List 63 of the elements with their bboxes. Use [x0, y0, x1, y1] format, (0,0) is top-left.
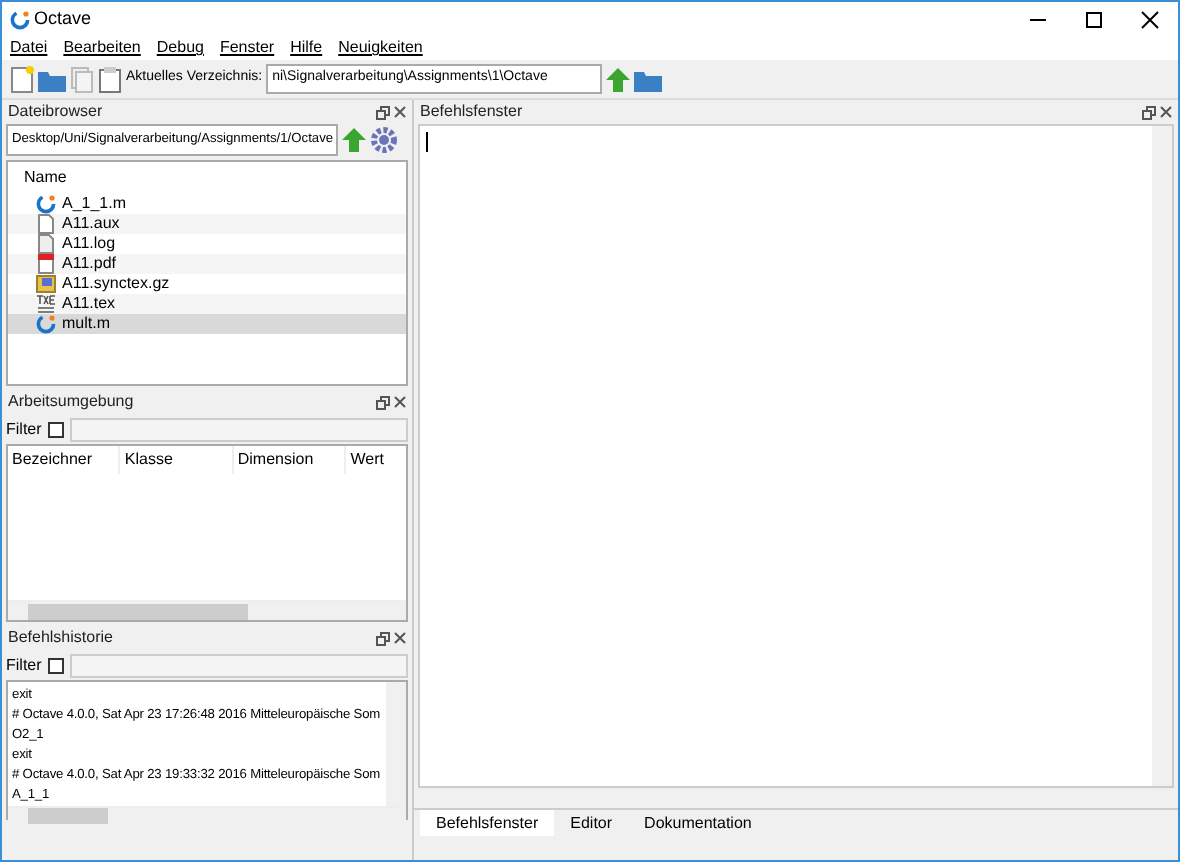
menu-item[interactable]: Neuigkeiten	[338, 36, 423, 60]
undock-icon[interactable]	[376, 105, 390, 119]
up-arrow-icon[interactable]	[606, 67, 631, 91]
file-row[interactable]: mult.m	[8, 314, 406, 334]
horizontal-scrollbar[interactable]	[8, 806, 406, 824]
column-header[interactable]: Dimension	[233, 446, 347, 474]
octave-logo-icon	[36, 194, 56, 214]
file-name: A11.synctex.gz	[62, 272, 170, 296]
tex-file-icon	[36, 294, 56, 314]
file-name: mult.m	[62, 312, 110, 336]
up-arrow-icon[interactable]	[342, 128, 366, 152]
menu-item[interactable]: Fenster	[219, 36, 275, 60]
clipboard-icon[interactable]	[98, 65, 122, 93]
column-header[interactable]: Name	[8, 162, 406, 194]
folder-icon[interactable]	[38, 67, 66, 91]
maximize-icon[interactable]	[1084, 9, 1104, 29]
close-icon[interactable]	[394, 395, 406, 407]
filter-label: Filter	[6, 653, 42, 677]
new-file-icon[interactable]	[10, 65, 34, 93]
menu-item[interactable]: Bearbeiten	[63, 36, 141, 60]
file-row[interactable]: A_1_1.m	[8, 194, 406, 214]
panel-title: Dateibrowser	[8, 100, 103, 124]
file-row[interactable]: A11.aux	[8, 214, 406, 234]
tab[interactable]: Befehlsfenster	[420, 810, 555, 836]
text-cursor	[426, 132, 428, 152]
vertical-scrollbar[interactable]	[1152, 126, 1172, 786]
undock-icon[interactable]	[376, 395, 390, 409]
octave-logo-icon	[10, 9, 30, 29]
column-header[interactable]: Bezeichner	[8, 446, 121, 474]
archive-icon	[36, 274, 56, 294]
file-name: A11.aux	[62, 212, 120, 236]
close-icon[interactable]	[394, 105, 406, 117]
file-name: A11.log	[62, 232, 116, 256]
folder-icon[interactable]	[634, 67, 663, 91]
panel-title: Befehlsfenster	[420, 100, 523, 124]
file-row[interactable]: A11.log	[8, 234, 406, 254]
window-title: Octave	[34, 5, 94, 32]
menu-item[interactable]: Debug	[156, 36, 204, 60]
panel-title: Befehlshistorie	[8, 626, 113, 650]
column-header[interactable]: Klasse	[120, 446, 234, 474]
close-icon[interactable]	[1140, 9, 1160, 29]
panel-title: Arbeitsumgebung	[8, 390, 134, 414]
file-row[interactable]: A11.synctex.gz	[8, 274, 406, 294]
vertical-scrollbar[interactable]	[386, 682, 406, 806]
menu-item[interactable]: Hilfe	[290, 36, 323, 60]
file-row[interactable]: A11.tex	[8, 294, 406, 314]
horizontal-scrollbar[interactable]	[8, 600, 406, 620]
column-header[interactable]: Wert	[346, 446, 406, 474]
file-row[interactable]: A11.pdf	[8, 254, 406, 274]
file-name: A11.tex	[62, 292, 116, 316]
filter-checkbox[interactable]	[47, 421, 64, 437]
menu-item[interactable]: Datei	[10, 36, 48, 60]
undock-icon[interactable]	[1142, 105, 1156, 119]
close-icon[interactable]	[394, 631, 406, 643]
close-icon[interactable]	[1160, 105, 1172, 117]
filter-label: Filter	[6, 417, 42, 441]
settings-icon[interactable]	[370, 126, 398, 154]
octave-logo-icon	[36, 314, 56, 334]
undock-icon[interactable]	[376, 631, 390, 645]
file-name: A11.pdf	[62, 252, 116, 276]
pdf-icon	[36, 254, 56, 274]
filter-checkbox[interactable]	[47, 657, 64, 673]
file-name: A_1_1.m	[62, 192, 127, 216]
